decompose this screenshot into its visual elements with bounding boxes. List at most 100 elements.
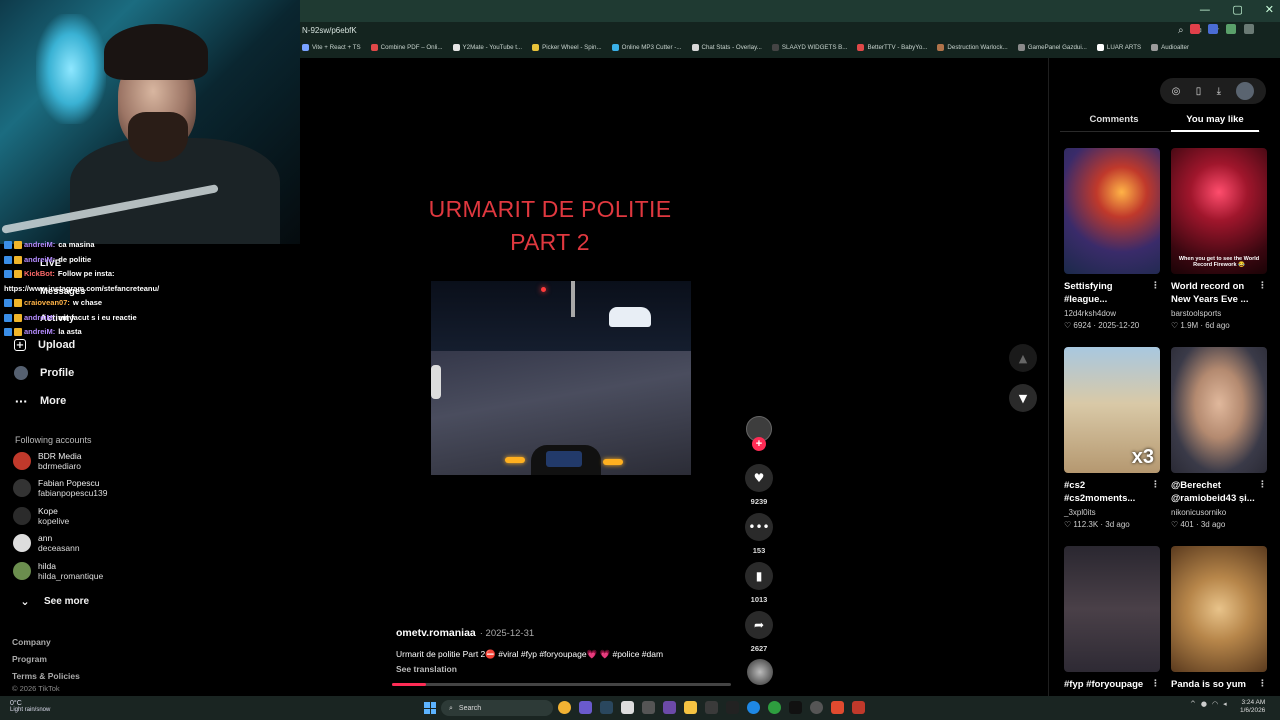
video-thumbnail[interactable] [1171,546,1267,672]
more-options-icon[interactable]: ⋮ [1151,280,1160,293]
share-icon[interactable]: ➦ [745,611,773,639]
wifi-icon[interactable]: ◠ [1212,700,1218,708]
footer-company-link[interactable]: Company [12,634,80,651]
mic-icon[interactable]: ● [1201,700,1207,708]
chat-text: Follow pe insta: [57,269,115,278]
following-account-item[interactable]: ann deceasann [13,533,80,553]
following-account-item[interactable]: BDR Media bdrmediaro [13,451,81,471]
card-username[interactable]: barstoolsports [1171,309,1267,318]
recommended-video-card[interactable]: x3 #cs2 #cs2moments... ⋮ _3xpl0its ♡ 112.3K … [1064,347,1160,529]
card-username[interactable]: _3xpl0its [1064,508,1160,517]
app-icon[interactable] [579,701,592,714]
tab-you-may-like[interactable]: You may like [1171,114,1259,125]
windows-start-icon[interactable] [424,702,436,714]
download-icon[interactable]: ⤓ [1217,86,1221,97]
recommended-video-card[interactable]: Panda is so yum ⋮ [1171,546,1267,691]
taskbar-clock[interactable]: 3:24 AM 1/6/2026 [1240,699,1265,715]
nav-upload[interactable]: + Upload [14,339,75,351]
nav-profile[interactable]: Profile [14,366,74,380]
app-icon[interactable] [789,701,802,714]
chat-badge-icon [14,328,22,337]
more-options-icon[interactable]: ⋮ [1151,479,1160,492]
bookmark-item[interactable]: LUAR ARTS [1096,44,1141,51]
url-field[interactable]: N-92sw/p6ebfK [302,26,357,35]
video-thumbnail[interactable] [1064,148,1160,274]
see-more-button[interactable]: ⌄ See more [18,594,89,608]
more-options-icon[interactable]: ⋮ [1258,678,1267,691]
app-icon[interactable] [852,701,865,714]
video-progress-track[interactable] [392,683,731,686]
maximize-button[interactable]: ▢ [1232,3,1242,16]
volume-icon[interactable]: ◂ [1223,700,1227,708]
video-thumbnail[interactable] [1064,546,1160,672]
app-icon[interactable] [705,701,718,714]
extension-icon[interactable] [1190,24,1200,34]
app-icon[interactable] [810,701,823,714]
zoom-icon[interactable]: ⌕ [1178,25,1184,36]
app-icon[interactable] [642,701,655,714]
bookmark-item[interactable]: GamePanel Gazdui... [1017,44,1087,51]
extensions-puzzle-icon[interactable] [1244,24,1254,34]
app-icon[interactable] [621,701,634,714]
bookmark-item[interactable]: Audioalter [1151,44,1189,51]
close-button[interactable]: ✕ [1265,3,1274,16]
next-video-chevron-down-icon[interactable]: ▼ [1009,384,1037,412]
bookmark-item[interactable]: BetterTTV - BabyYo... [857,44,927,51]
following-account-item[interactable]: Kope kopelive [13,506,69,526]
bookmark-item[interactable]: Destruction Warlock... [937,44,1008,51]
video-thumbnail[interactable]: x3 [1064,347,1160,473]
recommended-video-card[interactable]: Settisfying #league... ⋮ 12d4rksh4dow ♡ 692… [1064,148,1160,330]
recommended-video-card[interactable]: #fyp #foryoupage ⋮ [1064,546,1160,691]
user-avatar[interactable] [1236,82,1255,100]
chevron-up-icon[interactable]: ^ [1190,700,1196,708]
extension-icon[interactable] [1208,24,1218,34]
chrome-icon[interactable] [558,701,571,714]
sound-disc-icon[interactable] [747,659,773,685]
weather-widget[interactable]: 0°C Light rain/snow [10,700,50,714]
footer-program-link[interactable]: Program [12,651,80,668]
more-options-icon[interactable]: ⋮ [1151,678,1160,691]
more-dots-icon: ··· [14,394,28,408]
previous-video-chevron-up-icon[interactable]: ▲ [1009,344,1037,372]
compass-icon[interactable]: ◎ [1172,86,1181,97]
xbox-icon[interactable] [768,701,781,714]
recommended-video-card[interactable]: When you get to see the World Record Fir… [1171,148,1267,330]
bookmark-item[interactable]: Chat Stats - Overlay... [691,44,762,51]
brave-icon[interactable] [831,701,844,714]
tab-comments[interactable]: Comments [1064,114,1164,125]
like-heart-icon[interactable]: ♥ [745,464,773,492]
follow-plus-button[interactable]: + [752,437,766,451]
steam-icon[interactable] [600,701,613,714]
bookmark-item[interactable]: Combine PDF – Onli... [370,44,443,51]
see-translation-link[interactable]: See translation [396,664,457,674]
comment-icon[interactable]: ••• [745,513,773,541]
more-options-icon[interactable]: ⋮ [1258,280,1267,293]
recommended-video-card[interactable]: @Berechet @ramiobeid43 și... ⋮ nikonicusor… [1171,347,1267,529]
footer-terms-link[interactable]: Terms & Policies [12,668,80,685]
app-icon[interactable] [726,701,739,714]
video-thumbnail[interactable]: When you get to see the World Record Fir… [1171,148,1267,274]
following-account-item[interactable]: hilda hilda_romantique [13,561,103,581]
bookmark-icon[interactable]: ▮ [745,562,773,590]
bookmark-item[interactable]: Vite + React + TS [302,44,361,51]
extension-icon[interactable] [1226,24,1236,34]
nav-more[interactable]: ··· More [14,394,67,408]
video-player-frame[interactable] [431,281,691,475]
file-explorer-icon[interactable] [684,701,697,714]
bookmark-item[interactable]: Picker Wheel - Spin... [532,44,602,51]
phone-icon[interactable]: ▯ [1196,86,1202,97]
video-author[interactable]: ometv.romaniaa [396,627,476,639]
app-icon[interactable] [747,701,760,714]
minimize-button[interactable]: — [1199,3,1210,16]
bookmark-item[interactable]: Online MP3 Cutter -... [611,44,682,51]
card-username[interactable]: nikonicusorniko [1171,508,1267,517]
more-options-icon[interactable]: ⋮ [1258,479,1267,492]
card-username[interactable]: 12d4rksh4dow [1064,309,1160,318]
bookmark-item[interactable]: Y2Mate - YouTube t... [452,44,522,51]
bookmark-item[interactable]: SLAAYD WIDGETS B... [771,44,847,51]
video-indicator-right [603,459,623,465]
app-icon[interactable] [663,701,676,714]
taskbar-search[interactable]: ⌕ Search [441,700,553,716]
video-thumbnail[interactable] [1171,347,1267,473]
following-account-item[interactable]: Fabian Popescu fabianpopescu139 [13,478,107,498]
